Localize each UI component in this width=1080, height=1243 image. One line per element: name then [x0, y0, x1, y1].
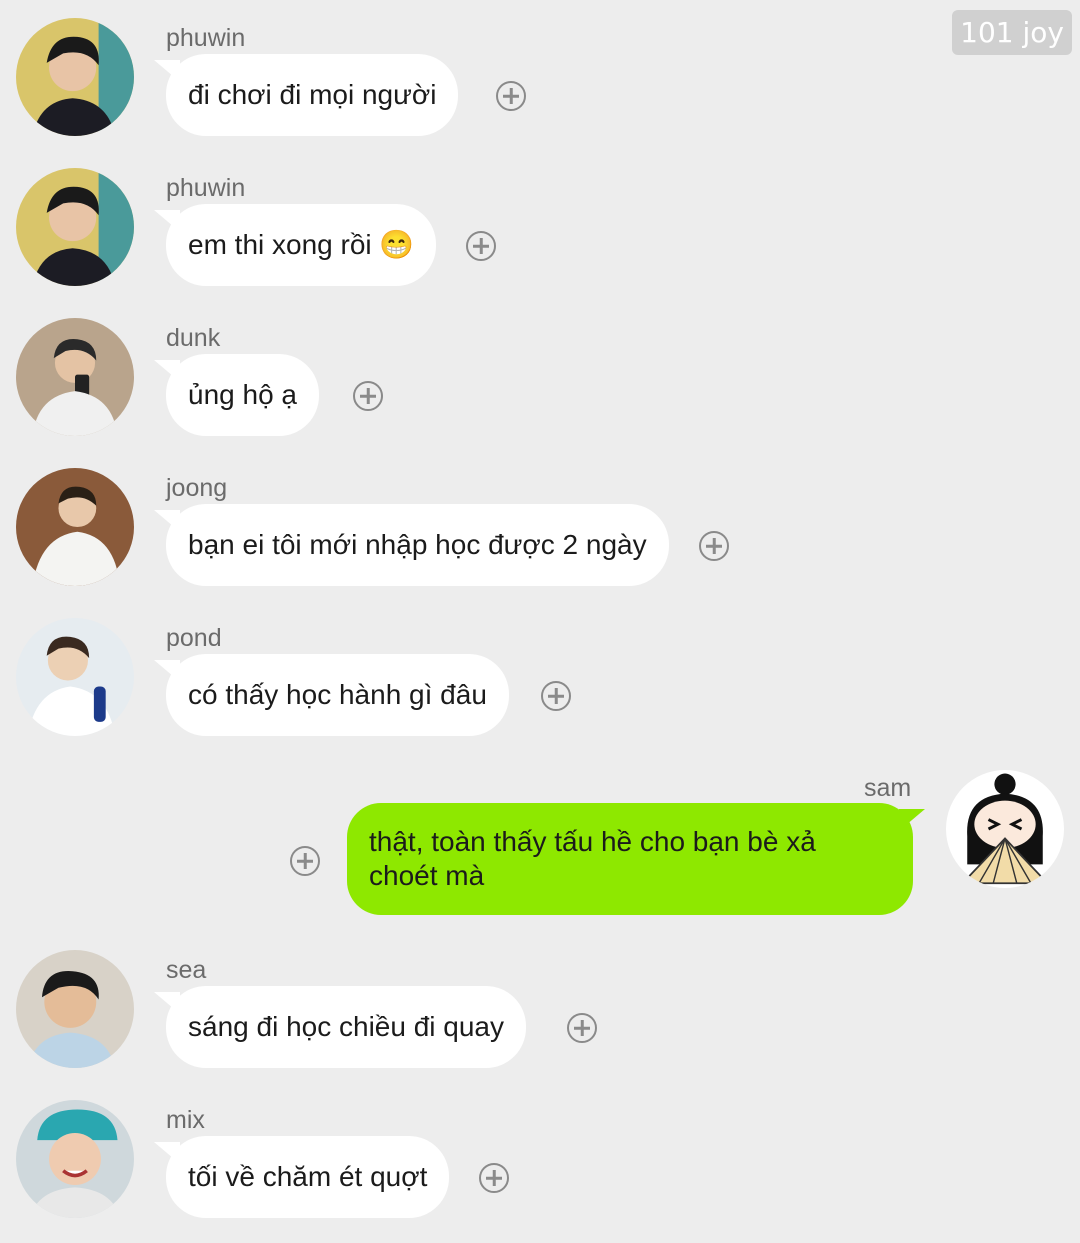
avatar[interactable]: [16, 468, 134, 586]
message-bubble[interactable]: có thấy học hành gì đâu: [166, 654, 509, 736]
avatar[interactable]: [16, 1100, 134, 1218]
sender-name: pond: [166, 624, 222, 652]
avatar[interactable]: [16, 168, 134, 286]
message-bubble[interactable]: em thi xong rồi 😁: [166, 204, 437, 286]
sender-name: dunk: [166, 324, 221, 352]
avatar[interactable]: [16, 18, 134, 136]
add-reaction-icon[interactable]: [290, 846, 320, 876]
add-reaction-icon[interactable]: [699, 531, 729, 561]
sender-name: sea: [166, 956, 207, 984]
add-reaction-icon[interactable]: [496, 81, 526, 111]
add-reaction-icon[interactable]: [479, 1163, 509, 1193]
sender-name: phuwin: [166, 174, 246, 202]
avatar[interactable]: [16, 618, 134, 736]
sender-name: phuwin: [166, 24, 246, 52]
add-reaction-icon[interactable]: [541, 681, 571, 711]
message-bubble[interactable]: tối về chăm ét quợt: [166, 1136, 450, 1218]
message-bubble[interactable]: thật, toàn thấy tấu hề cho bạn bè xả cho…: [347, 803, 913, 915]
avatar[interactable]: [16, 318, 134, 436]
add-reaction-icon[interactable]: [466, 231, 496, 261]
add-reaction-icon[interactable]: [567, 1013, 597, 1043]
message-bubble[interactable]: ủng hộ ạ: [166, 354, 319, 436]
sender-name: sam: [864, 774, 912, 802]
message-bubble[interactable]: đi chơi đi mọi người: [166, 54, 459, 136]
sender-name: joong: [166, 474, 228, 502]
avatar[interactable]: [946, 770, 1064, 888]
watermark-label: 101 joy: [952, 10, 1072, 55]
sender-name: mix: [166, 1106, 205, 1134]
avatar[interactable]: [16, 950, 134, 1068]
message-bubble[interactable]: bạn ei tôi mới nhập học được 2 ngày: [166, 504, 669, 586]
message-bubble[interactable]: sáng đi học chiều đi quay: [166, 986, 526, 1068]
add-reaction-icon[interactable]: [353, 381, 383, 411]
